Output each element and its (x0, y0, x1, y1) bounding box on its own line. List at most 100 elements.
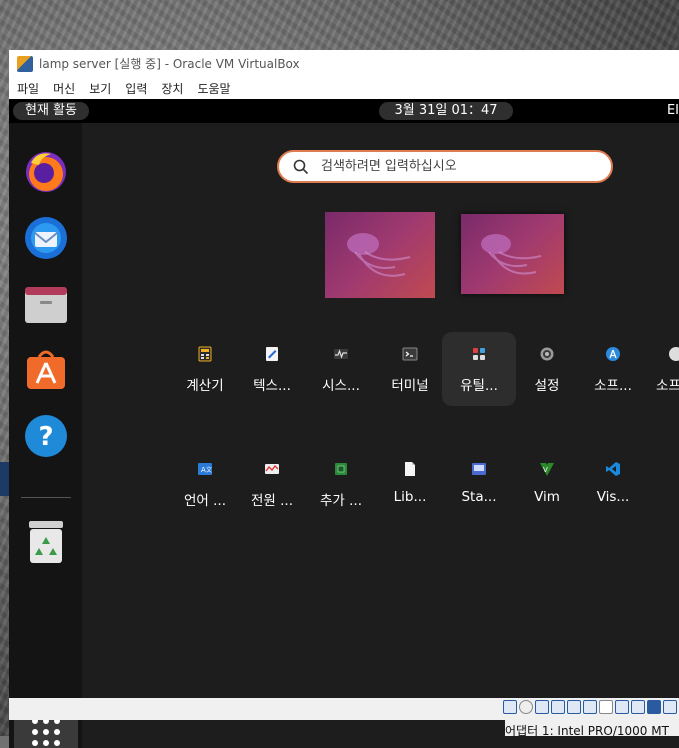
startup-disk-icon (472, 463, 486, 475)
app-label: 소프... (594, 378, 632, 394)
display-icon[interactable] (599, 700, 613, 714)
dock-trash[interactable] (21, 517, 71, 567)
app-label: 전원 ... (250, 493, 293, 509)
app-center-icon (27, 350, 65, 389)
trash-icon (29, 521, 63, 563)
app-software[interactable]: 소프... (576, 332, 650, 406)
app-calculator[interactable]: 계산기 (168, 332, 242, 406)
activities-button[interactable]: 현재 활동 (13, 102, 89, 120)
app-power-statistics[interactable]: 전원 ... (235, 447, 309, 521)
additional-drivers-icon (335, 463, 347, 475)
app-language-support[interactable]: A文 언어 ... (168, 447, 242, 521)
usb-icon[interactable] (567, 700, 581, 714)
workspace-thumbnail-2[interactable] (461, 214, 564, 294)
dock-help[interactable]: ? (21, 411, 71, 461)
app-label: 언어 ... (183, 493, 226, 509)
optical-drive-icon[interactable] (519, 700, 533, 714)
svg-text:V: V (543, 466, 548, 474)
app-visual-studio-code[interactable]: Vis... (576, 447, 650, 521)
app-system-monitor[interactable]: 시스... (304, 332, 378, 406)
calculator-icon (198, 346, 212, 362)
menu-machine[interactable]: 머신 (53, 80, 75, 97)
desktop-icon-fragment (0, 462, 9, 496)
app-label: 계산기 (186, 378, 224, 394)
menu-view[interactable]: 보기 (89, 80, 111, 97)
terminal-icon (402, 347, 418, 361)
system-monitor-icon (334, 349, 348, 359)
software-updater-icon (669, 347, 679, 361)
shared-folders-icon[interactable] (583, 700, 597, 714)
dock-files[interactable] (21, 279, 71, 329)
app-label: 추가 ... (319, 493, 362, 509)
network-adapter-tooltip: 어댑터 1: Intel PRO/1000 MT (505, 724, 669, 738)
vim-icon: V (540, 463, 554, 476)
status-icons (503, 700, 677, 714)
topbar-right-label[interactable]: EI (667, 102, 679, 120)
app-label: 설정 (534, 378, 560, 394)
menu-input[interactable]: 입력 (125, 80, 147, 97)
app-label: 터미널 (391, 378, 429, 394)
app-label: 텍스... (253, 378, 291, 394)
dock-separator (21, 497, 71, 498)
app-utilities[interactable]: 유틸... (442, 332, 516, 406)
vbox-statusbar (9, 698, 679, 720)
app-label: Vim (534, 489, 560, 505)
arrow-icon[interactable] (663, 700, 677, 714)
workspace-thumbnail-1[interactable] (325, 212, 435, 298)
vscode-icon (606, 462, 620, 476)
search-icon (291, 157, 311, 177)
app-settings[interactable]: 설정 (510, 332, 584, 406)
jellyfish-wallpaper (347, 233, 411, 277)
app-label: 시스... (322, 378, 360, 394)
clock[interactable]: 3월 31일 01：47 (379, 102, 513, 120)
app-software-updater[interactable]: 소프 (642, 332, 679, 406)
dock-firefox[interactable] (21, 147, 71, 197)
dock-thunderbird[interactable] (21, 213, 71, 263)
window-title: lamp server [실행 중] - Oracle VM VirtualBo… (39, 57, 300, 71)
app-text-editor[interactable]: 텍스... (235, 332, 309, 406)
hard-disk-icon[interactable] (503, 700, 517, 714)
dock: ? (9, 123, 82, 748)
menubar: 파일 머신 보기 입력 장치 도움말 (9, 77, 679, 99)
window-titlebar: lamp server [실행 중] - Oracle VM VirtualBo… (9, 50, 679, 77)
virtualbox-window: lamp server [실행 중] - Oracle VM VirtualBo… (9, 50, 679, 748)
guest-screen: 현재 활동 3월 31일 01：47 EI ? 검색하려면 입력하십시오 계산기… (9, 99, 679, 748)
menu-file[interactable]: 파일 (17, 80, 39, 97)
utilities-icon (473, 348, 485, 360)
jellyfish-wallpaper (481, 234, 542, 275)
search-input[interactable] (319, 158, 603, 175)
menu-help[interactable]: 도움말 (197, 80, 230, 97)
search-box[interactable] (277, 150, 613, 183)
libreoffice-icon (405, 462, 415, 476)
app-label: Lib... (393, 489, 427, 505)
app-label: 유틸... (460, 378, 498, 394)
network-icon[interactable] (551, 700, 565, 714)
settings-icon (540, 347, 554, 361)
virtualbox-app-icon (17, 55, 33, 72)
recording-icon[interactable] (615, 700, 629, 714)
thunderbird-icon (25, 217, 67, 259)
help-icon: ? (25, 415, 67, 457)
files-icon (25, 287, 67, 323)
app-startup-disk-creator[interactable]: Sta... (442, 447, 516, 521)
dock-software[interactable] (21, 345, 71, 395)
app-vim[interactable]: V Vim (510, 447, 584, 521)
text-editor-icon (266, 347, 278, 361)
gnome-topbar: 현재 활동 3월 31일 01：47 EI (9, 99, 679, 123)
app-label: 소프 (656, 378, 679, 394)
audio-icon[interactable] (535, 700, 549, 714)
language-icon: A文 (198, 463, 212, 475)
app-label: Vis... (596, 489, 630, 505)
software-icon (606, 347, 620, 361)
firefox-icon (26, 152, 66, 192)
menu-devices[interactable]: 장치 (161, 80, 183, 97)
virtualization-icon[interactable] (647, 700, 661, 714)
app-libreoffice[interactable]: Lib... (373, 447, 447, 521)
app-terminal[interactable]: 터미널 (373, 332, 447, 406)
svg-text:文: 文 (206, 466, 212, 474)
mouse-integration-icon[interactable] (631, 700, 645, 714)
power-icon (265, 464, 279, 474)
app-additional-drivers[interactable]: 추가 ... (304, 447, 378, 521)
app-label: Sta... (461, 489, 497, 505)
svg-text:?: ? (38, 422, 53, 452)
